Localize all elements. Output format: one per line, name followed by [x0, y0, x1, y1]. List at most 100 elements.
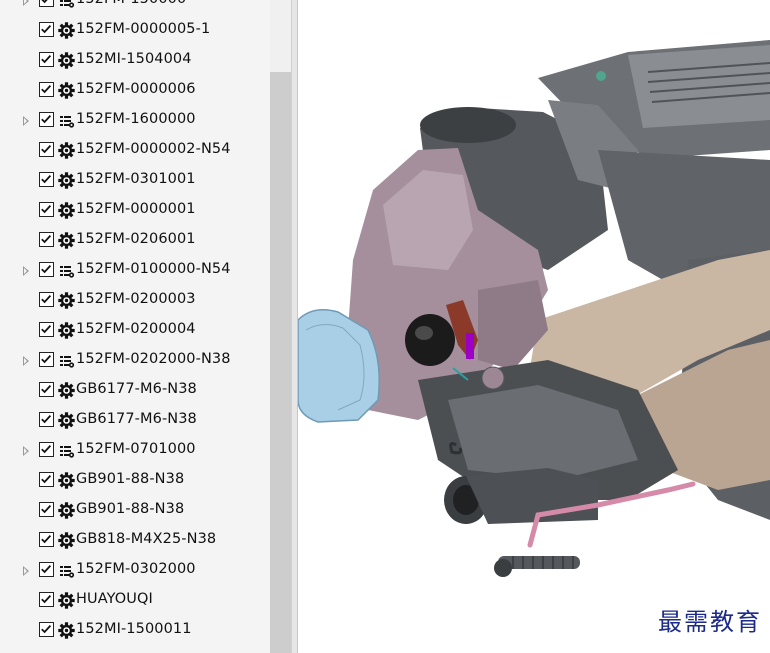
visibility-checkbox[interactable] [39, 472, 54, 487]
tree-item-label[interactable]: GB901-88-N38 [76, 471, 184, 487]
tree-item-label[interactable]: 152MI-1504004 [76, 51, 192, 67]
part-gear-icon [58, 622, 75, 639]
tree-item-label[interactable]: 152FM-0100000-N54 [76, 261, 231, 277]
tree-item[interactable]: GB6177-M6-N38 [0, 376, 270, 406]
tree-item[interactable]: 152FM-0202000-N38 [0, 346, 270, 376]
tree-item-label[interactable]: 152FM-0206001 [76, 231, 196, 247]
expand-arrow-icon[interactable] [23, 0, 29, 6]
tree-item-label[interactable]: HUAYOUQI [76, 591, 153, 607]
tree-item-label[interactable]: 152FM-0000006 [76, 81, 196, 97]
part-gear-icon [58, 532, 75, 549]
visibility-checkbox[interactable] [39, 0, 54, 7]
visibility-checkbox[interactable] [39, 442, 54, 457]
magenta-part [466, 333, 474, 359]
part-gear-icon [58, 592, 75, 609]
part-gear-icon [58, 322, 75, 339]
tree-item-label[interactable]: GB6177-M6-N38 [76, 411, 197, 427]
tree-item[interactable]: 152MI-1500011 [0, 616, 270, 646]
visibility-checkbox[interactable] [39, 52, 54, 67]
tree-item[interactable]: 152FM-0206001 [0, 226, 270, 256]
expand-arrow-icon[interactable] [23, 116, 29, 126]
tree-scrollbar-thumb[interactable] [270, 72, 291, 653]
part-gear-icon [58, 502, 75, 519]
tree-item[interactable]: 152FM-0100000-N54 [0, 256, 270, 286]
assembly-icon [58, 112, 75, 129]
tree-item[interactable]: 152FM-150000 [0, 0, 270, 16]
visibility-checkbox[interactable] [39, 382, 54, 397]
tree-item[interactable]: 152FM-0200004 [0, 316, 270, 346]
watermark-text: 最需教育 [658, 608, 762, 636]
visibility-checkbox[interactable] [39, 322, 54, 337]
assembly-icon [58, 442, 75, 459]
tree-item[interactable]: 152FM-0000005-1 [0, 16, 270, 46]
actuator-highlight [415, 326, 433, 340]
tree-item-label[interactable]: 152FM-0302000 [76, 561, 196, 577]
part-gear-icon [58, 172, 75, 189]
part-gear-icon [58, 142, 75, 159]
top-duct-face [628, 45, 770, 128]
tree-item[interactable]: 152FM-0200003 [0, 286, 270, 316]
3d-viewport[interactable]: 最需教育 [298, 0, 770, 653]
part-gear-icon [58, 202, 75, 219]
visibility-checkbox[interactable] [39, 262, 54, 277]
visibility-checkbox[interactable] [39, 142, 54, 157]
visibility-checkbox[interactable] [39, 172, 54, 187]
visibility-checkbox[interactable] [39, 292, 54, 307]
tree-item-label[interactable]: GB818-M4X25-N38 [76, 531, 216, 547]
tree-item-label[interactable]: 152FM-0000005-1 [76, 21, 210, 37]
panel-splitter[interactable] [291, 0, 298, 653]
part-gear-icon [58, 382, 75, 399]
expand-arrow-icon[interactable] [23, 566, 29, 576]
tree-item[interactable]: GB901-88-N38 [0, 466, 270, 496]
tree-item-label[interactable]: 152FM-0000001 [76, 201, 196, 217]
visibility-checkbox[interactable] [39, 502, 54, 517]
tree-item[interactable]: GB901-88-N38 [0, 496, 270, 526]
tree-item-label[interactable]: GB6177-M6-N38 [76, 381, 197, 397]
tree-item[interactable]: GB818-M4X25-N38 [0, 526, 270, 556]
tree-item[interactable]: 152MI-1504004 [0, 46, 270, 76]
tree-item-label[interactable]: 152FM-0200004 [76, 321, 196, 337]
visibility-checkbox[interactable] [39, 82, 54, 97]
tree-item[interactable]: 152FM-0000006 [0, 76, 270, 106]
tree-item[interactable]: GB6177-M6-N38 [0, 406, 270, 436]
tree-item-label[interactable]: 152FM-0701000 [76, 441, 196, 457]
assembly-icon [58, 352, 75, 369]
visibility-checkbox[interactable] [39, 112, 54, 127]
tree-item-label[interactable]: 152FM-150000 [76, 0, 186, 7]
tree-item[interactable]: 152FM-1600000 [0, 106, 270, 136]
expand-arrow-icon[interactable] [23, 446, 29, 456]
tree-item[interactable]: 152FM-0000001 [0, 196, 270, 226]
tree-item[interactable]: 152FM-0000002-N54 [0, 136, 270, 166]
blower-inlet [420, 107, 516, 143]
visibility-checkbox[interactable] [39, 22, 54, 37]
tree-item-label[interactable]: GB901-88-N38 [76, 501, 184, 517]
model-tree-list: 152FM-150000 152FM-0000005-1 152MI-1504004… [0, 0, 270, 646]
visibility-checkbox[interactable] [39, 532, 54, 547]
visibility-checkbox[interactable] [39, 562, 54, 577]
tree-item-label[interactable]: 152FM-0200003 [76, 291, 196, 307]
expand-arrow-icon[interactable] [23, 356, 29, 366]
tree-item[interactable]: 152FM-0701000 [0, 436, 270, 466]
part-gear-icon [58, 472, 75, 489]
linkage-gear [481, 366, 505, 390]
tree-item-label[interactable]: 152MI-1500011 [76, 621, 192, 637]
tree-item-label[interactable]: 152FM-0301001 [76, 171, 196, 187]
actuator-motor [405, 314, 455, 366]
assembly-icon [58, 0, 75, 9]
tree-item-label[interactable]: 152FM-1600000 [76, 111, 196, 127]
visibility-checkbox[interactable] [39, 412, 54, 427]
tree-item[interactable]: HUAYOUQI [0, 586, 270, 616]
3d-model-render [298, 40, 770, 577]
visibility-checkbox[interactable] [39, 352, 54, 367]
visibility-checkbox[interactable] [39, 202, 54, 217]
part-gear-icon [58, 292, 75, 309]
tree-item[interactable]: 152FM-0301001 [0, 166, 270, 196]
tree-item-label[interactable]: 152FM-0202000-N38 [76, 351, 231, 367]
part-gear-icon [58, 412, 75, 429]
tree-item-label[interactable]: 152FM-0000002-N54 [76, 141, 231, 157]
tree-item[interactable]: 152FM-0302000 [0, 556, 270, 586]
visibility-checkbox[interactable] [39, 592, 54, 607]
expand-arrow-icon[interactable] [23, 266, 29, 276]
visibility-checkbox[interactable] [39, 232, 54, 247]
visibility-checkbox[interactable] [39, 622, 54, 637]
